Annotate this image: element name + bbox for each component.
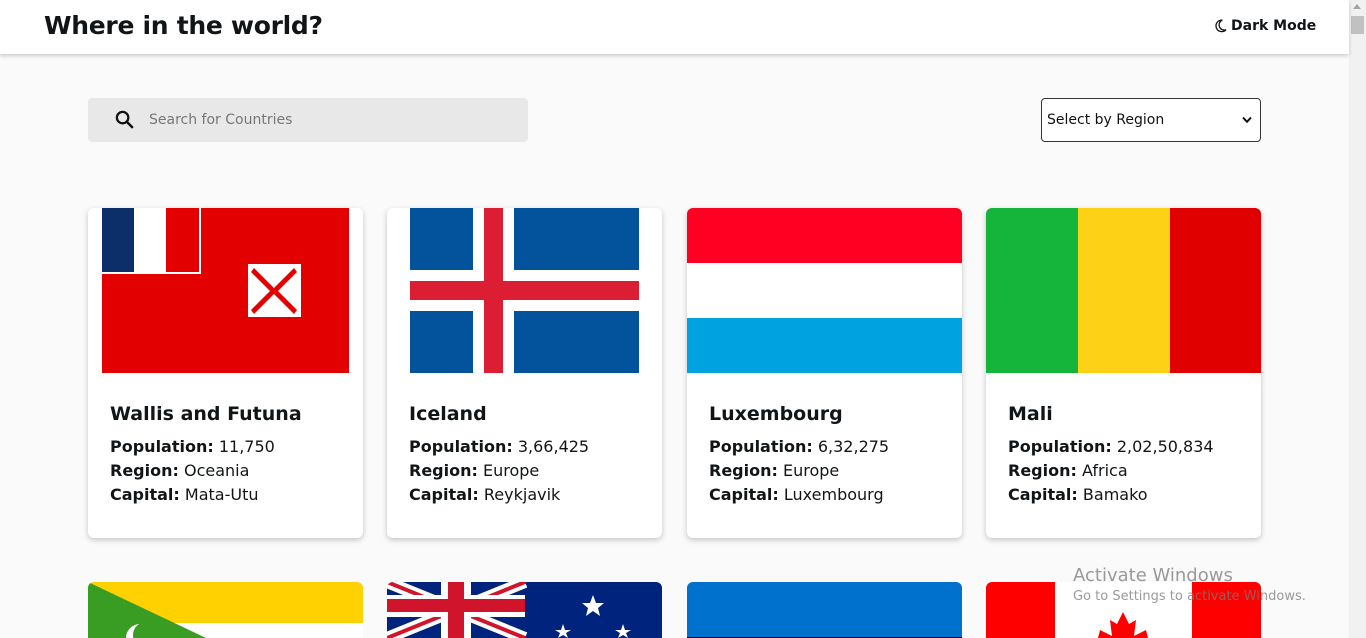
country-name: Luxembourg: [709, 403, 843, 425]
capital-value: Luxembourg: [783, 485, 884, 504]
comoros-flag: [88, 582, 363, 638]
country-card[interactable]: Luxembourg Population: 6,32,275 Region: …: [687, 208, 962, 538]
country-card[interactable]: Wallis and Futuna Population: 11,750 Reg…: [88, 208, 363, 538]
chevron-down-icon: [1242, 116, 1252, 124]
population-row: Population: 3,66,425: [409, 437, 589, 456]
region-value: Oceania: [183, 461, 250, 480]
dark-mode-label: Dark Mode: [1231, 18, 1317, 34]
region-row: Region: Africa: [1008, 461, 1128, 480]
country-card[interactable]: Iceland Population: 3,66,425 Region: Eur…: [387, 208, 662, 538]
estonia-flag: [687, 582, 962, 638]
region-select[interactable]: Select by Region: [1041, 98, 1261, 142]
vertical-scrollbar[interactable]: [1349, 0, 1366, 638]
luxembourg-flag: [687, 208, 962, 373]
country-card[interactable]: Mali Population: 2,02,50,834 Region: Afr…: [986, 208, 1261, 538]
capital-value: Reykjavik: [483, 485, 561, 504]
country-card[interactable]: [687, 582, 962, 638]
region-label: Region:: [110, 461, 179, 480]
population-value: 6,32,275: [817, 437, 890, 456]
capital-row: Capital: Reykjavik: [409, 485, 560, 504]
scroll-up-arrow-icon[interactable]: [1353, 4, 1361, 9]
capital-value: Mata-Utu: [184, 485, 259, 504]
capital-row: Capital: Bamako: [1008, 485, 1148, 504]
search-input[interactable]: [149, 98, 519, 142]
app-header: Where in the world? Dark Mode: [0, 0, 1349, 54]
region-value: Africa: [1081, 461, 1128, 480]
iceland-flag: [387, 208, 662, 373]
country-name: Iceland: [409, 403, 487, 425]
population-label: Population:: [110, 437, 214, 456]
capital-value: Bamako: [1082, 485, 1148, 504]
capital-label: Capital:: [409, 485, 479, 504]
region-label: Region:: [409, 461, 478, 480]
activate-windows-subtitle: Go to Settings to activate Windows.: [1073, 589, 1306, 604]
country-card[interactable]: [387, 582, 662, 638]
population-row: Population: 11,750: [110, 437, 275, 456]
country-name: Mali: [1008, 403, 1053, 425]
region-label: Region:: [1008, 461, 1077, 480]
country-name: Wallis and Futuna: [110, 403, 302, 425]
population-value: 3,66,425: [517, 437, 590, 456]
moon-icon: [1215, 19, 1227, 33]
capital-row: Capital: Mata-Utu: [110, 485, 259, 504]
population-row: Population: 2,02,50,834: [1008, 437, 1214, 456]
country-card[interactable]: [88, 582, 363, 638]
dark-mode-toggle[interactable]: Dark Mode: [1214, 18, 1316, 34]
region-row: Region: Oceania: [110, 461, 249, 480]
scroll-thumb[interactable]: [1351, 16, 1364, 34]
capital-label: Capital:: [110, 485, 180, 504]
search-box[interactable]: [88, 98, 528, 142]
population-label: Population:: [709, 437, 813, 456]
activate-windows-title: Activate Windows: [1073, 565, 1233, 586]
region-value: Europe: [482, 461, 540, 480]
app-title: Where in the world?: [44, 11, 323, 40]
region-row: Region: Europe: [709, 461, 839, 480]
region-row: Region: Europe: [409, 461, 539, 480]
population-value: 11,750: [218, 437, 275, 456]
capital-label: Capital:: [709, 485, 779, 504]
population-label: Population:: [409, 437, 513, 456]
region-select-value: Select by Region: [1047, 112, 1165, 128]
capital-row: Capital: Luxembourg: [709, 485, 884, 504]
region-value: Europe: [782, 461, 840, 480]
capital-label: Capital:: [1008, 485, 1078, 504]
search-icon: [115, 110, 134, 129]
mali-flag: [986, 208, 1261, 373]
population-row: Population: 6,32,275: [709, 437, 889, 456]
region-label: Region:: [709, 461, 778, 480]
population-value: 2,02,50,834: [1116, 437, 1214, 456]
population-label: Population:: [1008, 437, 1112, 456]
australia-flag: [387, 582, 662, 638]
wallis-and-futuna-flag: [88, 208, 363, 373]
